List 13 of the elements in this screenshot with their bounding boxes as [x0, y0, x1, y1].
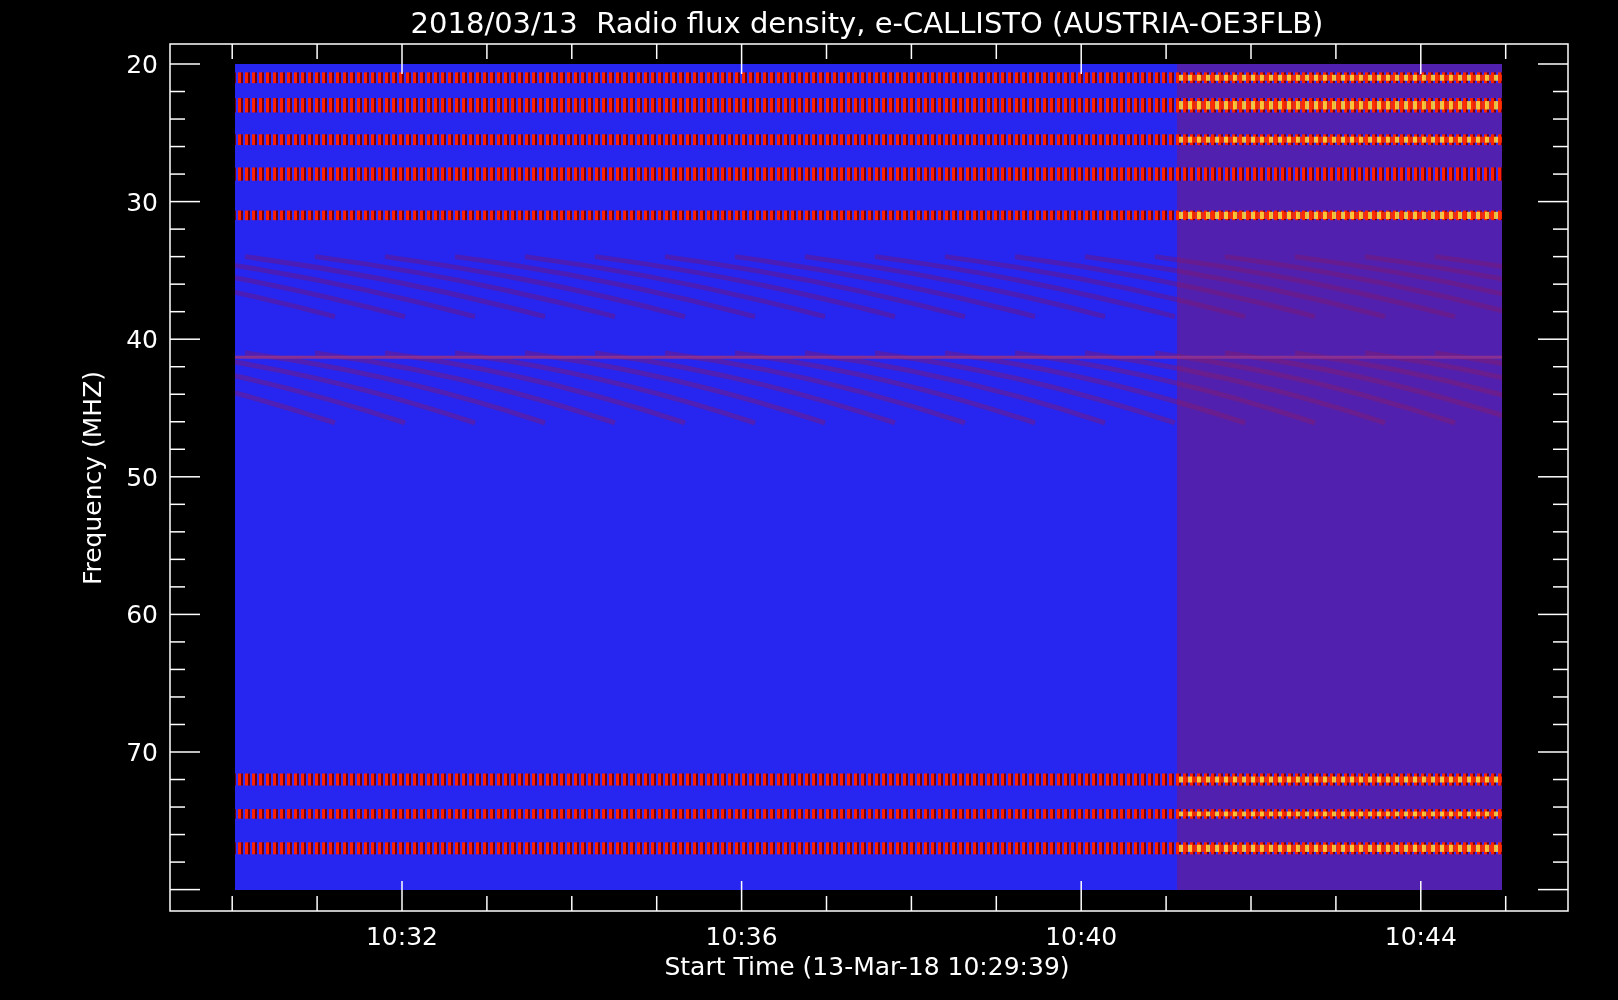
y-tick-label: 40	[126, 325, 158, 355]
x-tick-label: 10:40	[1045, 922, 1118, 951]
y-tick-label: 60	[126, 600, 158, 630]
y-tick-label: 20	[126, 50, 158, 79]
y-tick-label: 30	[126, 187, 158, 217]
y-tick-label: 50	[126, 462, 158, 492]
x-tick-label: 10:36	[705, 922, 778, 951]
y-axis-label: Frequency (MHZ)	[78, 370, 107, 586]
x-tick-label: 10:44	[1384, 922, 1457, 951]
x-axis-label: Start Time (13-Mar-18 10:29:39)	[664, 952, 1070, 981]
y-tick-label: 70	[126, 738, 158, 767]
chart-title: 2018/03/13 Radio flux density, e-CALLISTO (AUSTRIA-OE3FLB)	[410, 6, 1324, 40]
x-tick-label: 10:32	[366, 922, 438, 951]
